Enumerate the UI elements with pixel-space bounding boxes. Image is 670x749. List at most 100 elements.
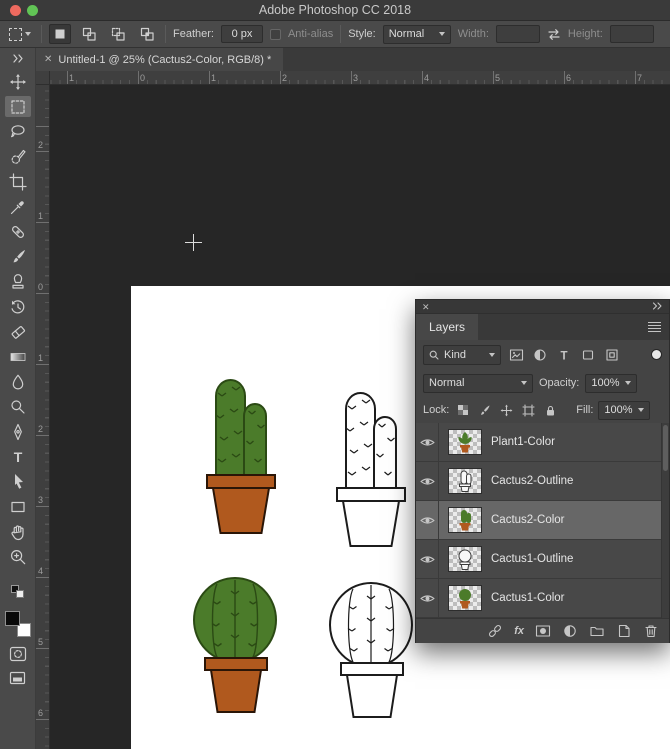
layer-name[interactable]: Cactus1-Color — [491, 592, 565, 604]
chevron-down-icon — [25, 32, 31, 36]
horizontal-ruler[interactable]: 1 0 1 2 3 4 5 6 7 — [50, 71, 670, 85]
lock-all-button[interactable] — [542, 402, 559, 418]
history-brush-tool[interactable] — [5, 296, 31, 317]
default-background-swatch — [16, 590, 24, 598]
color-swatches[interactable] — [5, 611, 31, 637]
document-tab-bar: ✕ Untitled-1 @ 25% (Cactus2-Color, RGB/8… — [36, 48, 670, 71]
delete-layer-trash-icon[interactable] — [643, 623, 659, 639]
close-document-icon[interactable]: ✕ — [44, 54, 52, 65]
layer-mask-icon[interactable] — [535, 623, 551, 639]
blur-tool[interactable] — [5, 371, 31, 392]
intersect-selection-mode-button[interactable] — [136, 24, 158, 44]
lock-position-button[interactable] — [498, 402, 515, 418]
lock-image-button[interactable] — [476, 402, 493, 418]
layer-name[interactable]: Plant1-Color — [491, 436, 555, 448]
opacity-combo[interactable]: 100% — [585, 374, 637, 393]
type-layer-filter-button[interactable]: T — [555, 346, 573, 364]
rectangular-marquee-tool[interactable] — [5, 96, 31, 117]
document-tab[interactable]: ✕ Untitled-1 @ 25% (Cactus2-Color, RGB/8… — [36, 48, 283, 71]
layer-row[interactable]: Plant1-Color — [416, 423, 669, 462]
close-panel-icon[interactable]: ✕ — [422, 300, 430, 314]
quick-mask-icon[interactable] — [9, 646, 27, 662]
tools-collapse-button[interactable] — [0, 52, 35, 64]
subtract-from-selection-mode-button[interactable] — [107, 24, 129, 44]
quick-selection-tool[interactable] — [5, 146, 31, 167]
collapse-panel-button[interactable] — [652, 301, 663, 313]
pixel-layer-filter-button[interactable] — [507, 346, 525, 364]
visibility-toggle[interactable] — [416, 423, 439, 461]
link-layers-icon[interactable] — [487, 623, 503, 639]
crop-tool[interactable] — [5, 171, 31, 192]
half-circle-icon — [533, 348, 547, 362]
scrollbar-thumb[interactable] — [663, 425, 668, 471]
layer-name[interactable]: Cactus2-Outline — [491, 475, 573, 487]
layer-row[interactable]: Cactus1-Outline — [416, 540, 669, 579]
gradient-tool[interactable] — [5, 346, 31, 367]
tool-preset-picker[interactable] — [6, 26, 34, 43]
layer-thumbnail[interactable] — [448, 546, 482, 572]
layer-style-button[interactable]: fx — [514, 625, 524, 637]
lasso-tool[interactable] — [5, 121, 31, 142]
dodge-tool[interactable] — [5, 396, 31, 417]
adjustment-layer-icon[interactable] — [562, 623, 578, 639]
eye-icon — [420, 554, 435, 565]
rectangle-icon — [9, 498, 27, 516]
new-layer-icon[interactable] — [616, 623, 632, 639]
fill-combo[interactable]: 100% — [598, 401, 650, 420]
style-dropdown[interactable]: Normal — [383, 25, 451, 44]
ruler-origin-corner[interactable] — [36, 71, 50, 85]
layer-name[interactable]: Cactus1-Outline — [491, 553, 573, 565]
tab-layers[interactable]: Layers — [416, 314, 478, 340]
width-input[interactable] — [496, 25, 540, 43]
svg-text:T: T — [13, 449, 22, 465]
visibility-toggle[interactable] — [416, 540, 439, 578]
blend-mode-dropdown[interactable]: Normal — [423, 374, 533, 393]
visibility-toggle[interactable] — [416, 579, 439, 617]
layer-row-selected[interactable]: Cactus2-Color — [416, 501, 669, 540]
layer-thumbnail[interactable] — [448, 585, 482, 611]
chevron-down-icon — [489, 353, 495, 357]
default-colors-icon[interactable] — [11, 585, 24, 598]
zoom-tool[interactable] — [5, 546, 31, 567]
panel-menu-icon[interactable] — [648, 322, 661, 332]
eye-icon — [420, 593, 435, 604]
shape-layer-filter-button[interactable] — [579, 346, 597, 364]
lock-artboard-button[interactable] — [520, 402, 537, 418]
adjustment-layer-filter-button[interactable] — [531, 346, 549, 364]
eyedropper-tool[interactable] — [5, 196, 31, 217]
lock-transparency-button[interactable] — [454, 402, 471, 418]
layer-row[interactable]: Cactus1-Color — [416, 579, 669, 618]
feather-input[interactable] — [221, 25, 263, 43]
layer-row[interactable]: Cactus2-Outline — [416, 462, 669, 501]
ruler-label: 4 — [424, 73, 429, 83]
layers-scrollbar[interactable] — [661, 423, 669, 618]
spot-healing-brush-tool[interactable] — [5, 221, 31, 242]
layer-thumbnail[interactable] — [448, 429, 482, 455]
pen-tool[interactable] — [5, 421, 31, 442]
filtering-toggle[interactable] — [651, 349, 662, 360]
add-to-selection-mode-button[interactable] — [78, 24, 100, 44]
visibility-toggle[interactable] — [416, 462, 439, 500]
hand-tool[interactable] — [5, 521, 31, 542]
layer-thumbnail[interactable] — [448, 507, 482, 533]
type-tool[interactable]: T — [5, 446, 31, 467]
new-selection-mode-button[interactable] — [49, 24, 71, 44]
layer-name[interactable]: Cactus2-Color — [491, 514, 565, 526]
smart-object-filter-button[interactable] — [603, 346, 621, 364]
vertical-ruler[interactable]: 2 1 0 1 2 3 4 5 6 — [36, 85, 50, 749]
rectangle-tool[interactable] — [5, 496, 31, 517]
kind-filter-dropdown[interactable]: Kind — [423, 345, 501, 365]
layer-thumbnail[interactable] — [448, 468, 482, 494]
brush-tool[interactable] — [5, 246, 31, 267]
move-tool[interactable] — [5, 71, 31, 92]
screen-mode-icon[interactable] — [9, 671, 26, 685]
antialias-checkbox[interactable] — [270, 29, 281, 40]
clone-stamp-tool[interactable] — [5, 271, 31, 292]
new-group-folder-icon[interactable] — [589, 623, 605, 639]
height-input[interactable] — [610, 25, 654, 43]
path-selection-tool[interactable] — [5, 471, 31, 492]
visibility-toggle[interactable] — [416, 501, 439, 539]
foreground-color-swatch[interactable] — [5, 611, 20, 626]
eraser-tool[interactable] — [5, 321, 31, 342]
swap-width-height-icon[interactable] — [547, 28, 561, 41]
